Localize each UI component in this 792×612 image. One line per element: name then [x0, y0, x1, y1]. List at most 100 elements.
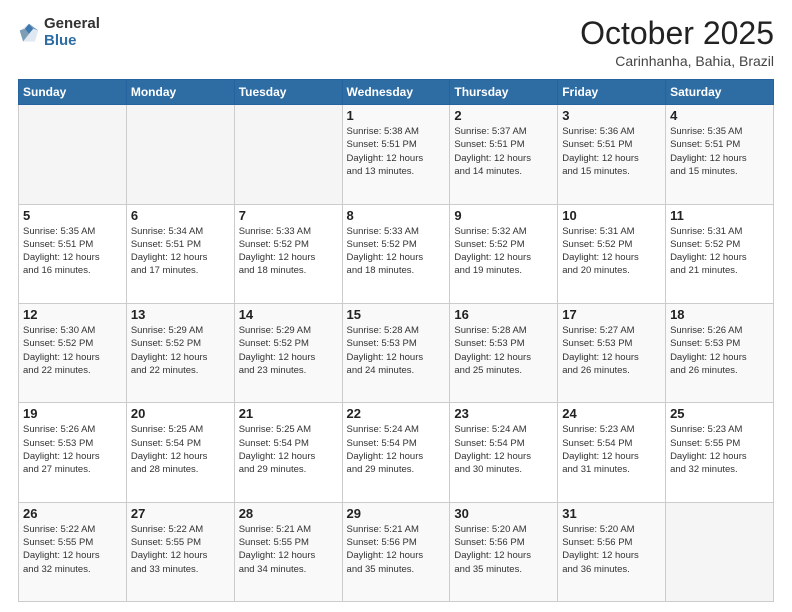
day-number: 17	[562, 307, 661, 322]
calendar-cell: 3Sunrise: 5:36 AM Sunset: 5:51 PM Daylig…	[558, 105, 666, 204]
calendar-cell: 18 Sunrise: 5:26 AM Sunset: 5:53 PM Dayli…	[666, 303, 774, 402]
calendar-cell: 20Sunrise: 5:25 AM Sunset: 5:54 PM Dayli…	[126, 403, 234, 502]
col-wednesday: Wednesday	[342, 80, 450, 105]
day-number: 28	[239, 506, 338, 521]
calendar-cell: 28 Sunrise: 5:21 AM Sunset: 5:55 PM Dayli…	[234, 502, 342, 601]
day-number: 10	[562, 208, 661, 223]
day-info: Sunrise: 5:29 AM Sunset: 5:52 PM Dayligh…	[239, 324, 338, 377]
calendar-week-4: 19 Sunrise: 5:26 AM Sunset: 5:53 PM Dayli…	[19, 403, 774, 502]
calendar-cell: 12Sunrise: 5:30 AM Sunset: 5:52 PM Dayli…	[19, 303, 127, 402]
day-number: 2	[454, 108, 553, 123]
day-number: 23	[454, 406, 553, 421]
day-number: 27	[131, 506, 230, 521]
day-number: 9	[454, 208, 553, 223]
day-info: Sunrise: 5:28 AM Sunset: 5:53 PM Dayligh…	[347, 324, 446, 377]
day-number: 26	[23, 506, 122, 521]
day-number: 7	[239, 208, 338, 223]
day-info: Sunrise: 5:22 AM Sunset: 5:55 PM Dayligh…	[131, 523, 230, 576]
col-sunday: Sunday	[19, 80, 127, 105]
calendar-cell: 13 Sunrise: 5:29 AM Sunset: 5:52 PM Dayli…	[126, 303, 234, 402]
day-number: 22	[347, 406, 446, 421]
day-number: 19	[23, 406, 122, 421]
calendar-cell: 16 Sunrise: 5:28 AM Sunset: 5:53 PM Dayli…	[450, 303, 558, 402]
day-info: Sunrise: 5:27 AM Sunset: 5:53 PM Dayligh…	[562, 324, 661, 377]
header: General Blue October 2025 Carinhanha, Ba…	[18, 16, 774, 69]
calendar-cell: 21 Sunrise: 5:25 AM Sunset: 5:54 PM Dayli…	[234, 403, 342, 502]
logo-icon	[18, 22, 40, 44]
calendar-cell	[234, 105, 342, 204]
calendar-cell: 5 Sunrise: 5:35 AM Sunset: 5:51 PM Daylig…	[19, 204, 127, 303]
col-tuesday: Tuesday	[234, 80, 342, 105]
day-number: 15	[347, 307, 446, 322]
calendar-cell: 6 Sunrise: 5:34 AM Sunset: 5:51 PM Daylig…	[126, 204, 234, 303]
day-number: 4	[670, 108, 769, 123]
day-info: Sunrise: 5:28 AM Sunset: 5:53 PM Dayligh…	[454, 324, 553, 377]
calendar-week-2: 5 Sunrise: 5:35 AM Sunset: 5:51 PM Daylig…	[19, 204, 774, 303]
day-number: 21	[239, 406, 338, 421]
calendar-cell: 24 Sunrise: 5:23 AM Sunset: 5:54 PM Dayli…	[558, 403, 666, 502]
day-number: 14	[239, 307, 338, 322]
day-info: Sunrise: 5:24 AM Sunset: 5:54 PM Dayligh…	[347, 423, 446, 476]
day-info: Sunrise: 5:20 AM Sunset: 5:56 PM Dayligh…	[562, 523, 661, 576]
day-info: Sunrise: 5:30 AM Sunset: 5:52 PM Dayligh…	[23, 324, 122, 377]
day-info: Sunrise: 5:20 AM Sunset: 5:56 PM Dayligh…	[454, 523, 553, 576]
day-info: Sunrise: 5:22 AM Sunset: 5:55 PM Dayligh…	[23, 523, 122, 576]
day-number: 6	[131, 208, 230, 223]
calendar-cell: 27 Sunrise: 5:22 AM Sunset: 5:55 PM Dayli…	[126, 502, 234, 601]
day-number: 5	[23, 208, 122, 223]
day-info: Sunrise: 5:23 AM Sunset: 5:54 PM Dayligh…	[562, 423, 661, 476]
day-number: 11	[670, 208, 769, 223]
calendar-cell	[666, 502, 774, 601]
calendar-cell: 1Sunrise: 5:38 AM Sunset: 5:51 PM Daylig…	[342, 105, 450, 204]
title-block: October 2025 Carinhanha, Bahia, Brazil	[580, 16, 774, 69]
calendar-cell: 15 Sunrise: 5:28 AM Sunset: 5:53 PM Dayli…	[342, 303, 450, 402]
day-info: Sunrise: 5:31 AM Sunset: 5:52 PM Dayligh…	[562, 225, 661, 278]
logo-text: General Blue	[44, 16, 100, 49]
calendar-cell: 9Sunrise: 5:32 AM Sunset: 5:52 PM Daylig…	[450, 204, 558, 303]
day-number: 8	[347, 208, 446, 223]
day-number: 1	[347, 108, 446, 123]
calendar-cell: 7 Sunrise: 5:33 AM Sunset: 5:52 PM Daylig…	[234, 204, 342, 303]
day-number: 25	[670, 406, 769, 421]
calendar-table: Sunday Monday Tuesday Wednesday Thursday…	[18, 79, 774, 602]
calendar-cell: 22 Sunrise: 5:24 AM Sunset: 5:54 PM Dayli…	[342, 403, 450, 502]
calendar-cell	[19, 105, 127, 204]
calendar-week-5: 26 Sunrise: 5:22 AM Sunset: 5:55 PM Dayli…	[19, 502, 774, 601]
day-info: Sunrise: 5:21 AM Sunset: 5:55 PM Dayligh…	[239, 523, 338, 576]
location-subtitle: Carinhanha, Bahia, Brazil	[580, 53, 774, 69]
calendar-cell: 19 Sunrise: 5:26 AM Sunset: 5:53 PM Dayli…	[19, 403, 127, 502]
calendar-cell: 17 Sunrise: 5:27 AM Sunset: 5:53 PM Dayli…	[558, 303, 666, 402]
logo-blue: Blue	[44, 33, 100, 50]
page-container: General Blue October 2025 Carinhanha, Ba…	[0, 0, 792, 612]
calendar-cell: 8 Sunrise: 5:33 AM Sunset: 5:52 PM Daylig…	[342, 204, 450, 303]
day-info: Sunrise: 5:26 AM Sunset: 5:53 PM Dayligh…	[670, 324, 769, 377]
day-info: Sunrise: 5:33 AM Sunset: 5:52 PM Dayligh…	[239, 225, 338, 278]
day-number: 31	[562, 506, 661, 521]
calendar-cell: 26 Sunrise: 5:22 AM Sunset: 5:55 PM Dayli…	[19, 502, 127, 601]
day-number: 13	[131, 307, 230, 322]
day-number: 18	[670, 307, 769, 322]
logo-general: General	[44, 16, 100, 33]
logo: General Blue	[18, 16, 100, 49]
month-title: October 2025	[580, 16, 774, 51]
day-number: 16	[454, 307, 553, 322]
day-info: Sunrise: 5:36 AM Sunset: 5:51 PM Dayligh…	[562, 125, 661, 178]
day-info: Sunrise: 5:26 AM Sunset: 5:53 PM Dayligh…	[23, 423, 122, 476]
calendar-week-3: 12Sunrise: 5:30 AM Sunset: 5:52 PM Dayli…	[19, 303, 774, 402]
calendar-cell: 23Sunrise: 5:24 AM Sunset: 5:54 PM Dayli…	[450, 403, 558, 502]
calendar-week-1: 1Sunrise: 5:38 AM Sunset: 5:51 PM Daylig…	[19, 105, 774, 204]
calendar-cell: 29Sunrise: 5:21 AM Sunset: 5:56 PM Dayli…	[342, 502, 450, 601]
day-info: Sunrise: 5:29 AM Sunset: 5:52 PM Dayligh…	[131, 324, 230, 377]
calendar-cell: 30Sunrise: 5:20 AM Sunset: 5:56 PM Dayli…	[450, 502, 558, 601]
day-number: 24	[562, 406, 661, 421]
calendar-cell	[126, 105, 234, 204]
day-info: Sunrise: 5:35 AM Sunset: 5:51 PM Dayligh…	[670, 125, 769, 178]
calendar-cell: 11Sunrise: 5:31 AM Sunset: 5:52 PM Dayli…	[666, 204, 774, 303]
calendar-cell: 4 Sunrise: 5:35 AM Sunset: 5:51 PM Daylig…	[666, 105, 774, 204]
calendar-cell: 10 Sunrise: 5:31 AM Sunset: 5:52 PM Dayli…	[558, 204, 666, 303]
day-info: Sunrise: 5:34 AM Sunset: 5:51 PM Dayligh…	[131, 225, 230, 278]
day-info: Sunrise: 5:25 AM Sunset: 5:54 PM Dayligh…	[239, 423, 338, 476]
day-info: Sunrise: 5:33 AM Sunset: 5:52 PM Dayligh…	[347, 225, 446, 278]
day-info: Sunrise: 5:35 AM Sunset: 5:51 PM Dayligh…	[23, 225, 122, 278]
calendar-cell: 14 Sunrise: 5:29 AM Sunset: 5:52 PM Dayli…	[234, 303, 342, 402]
